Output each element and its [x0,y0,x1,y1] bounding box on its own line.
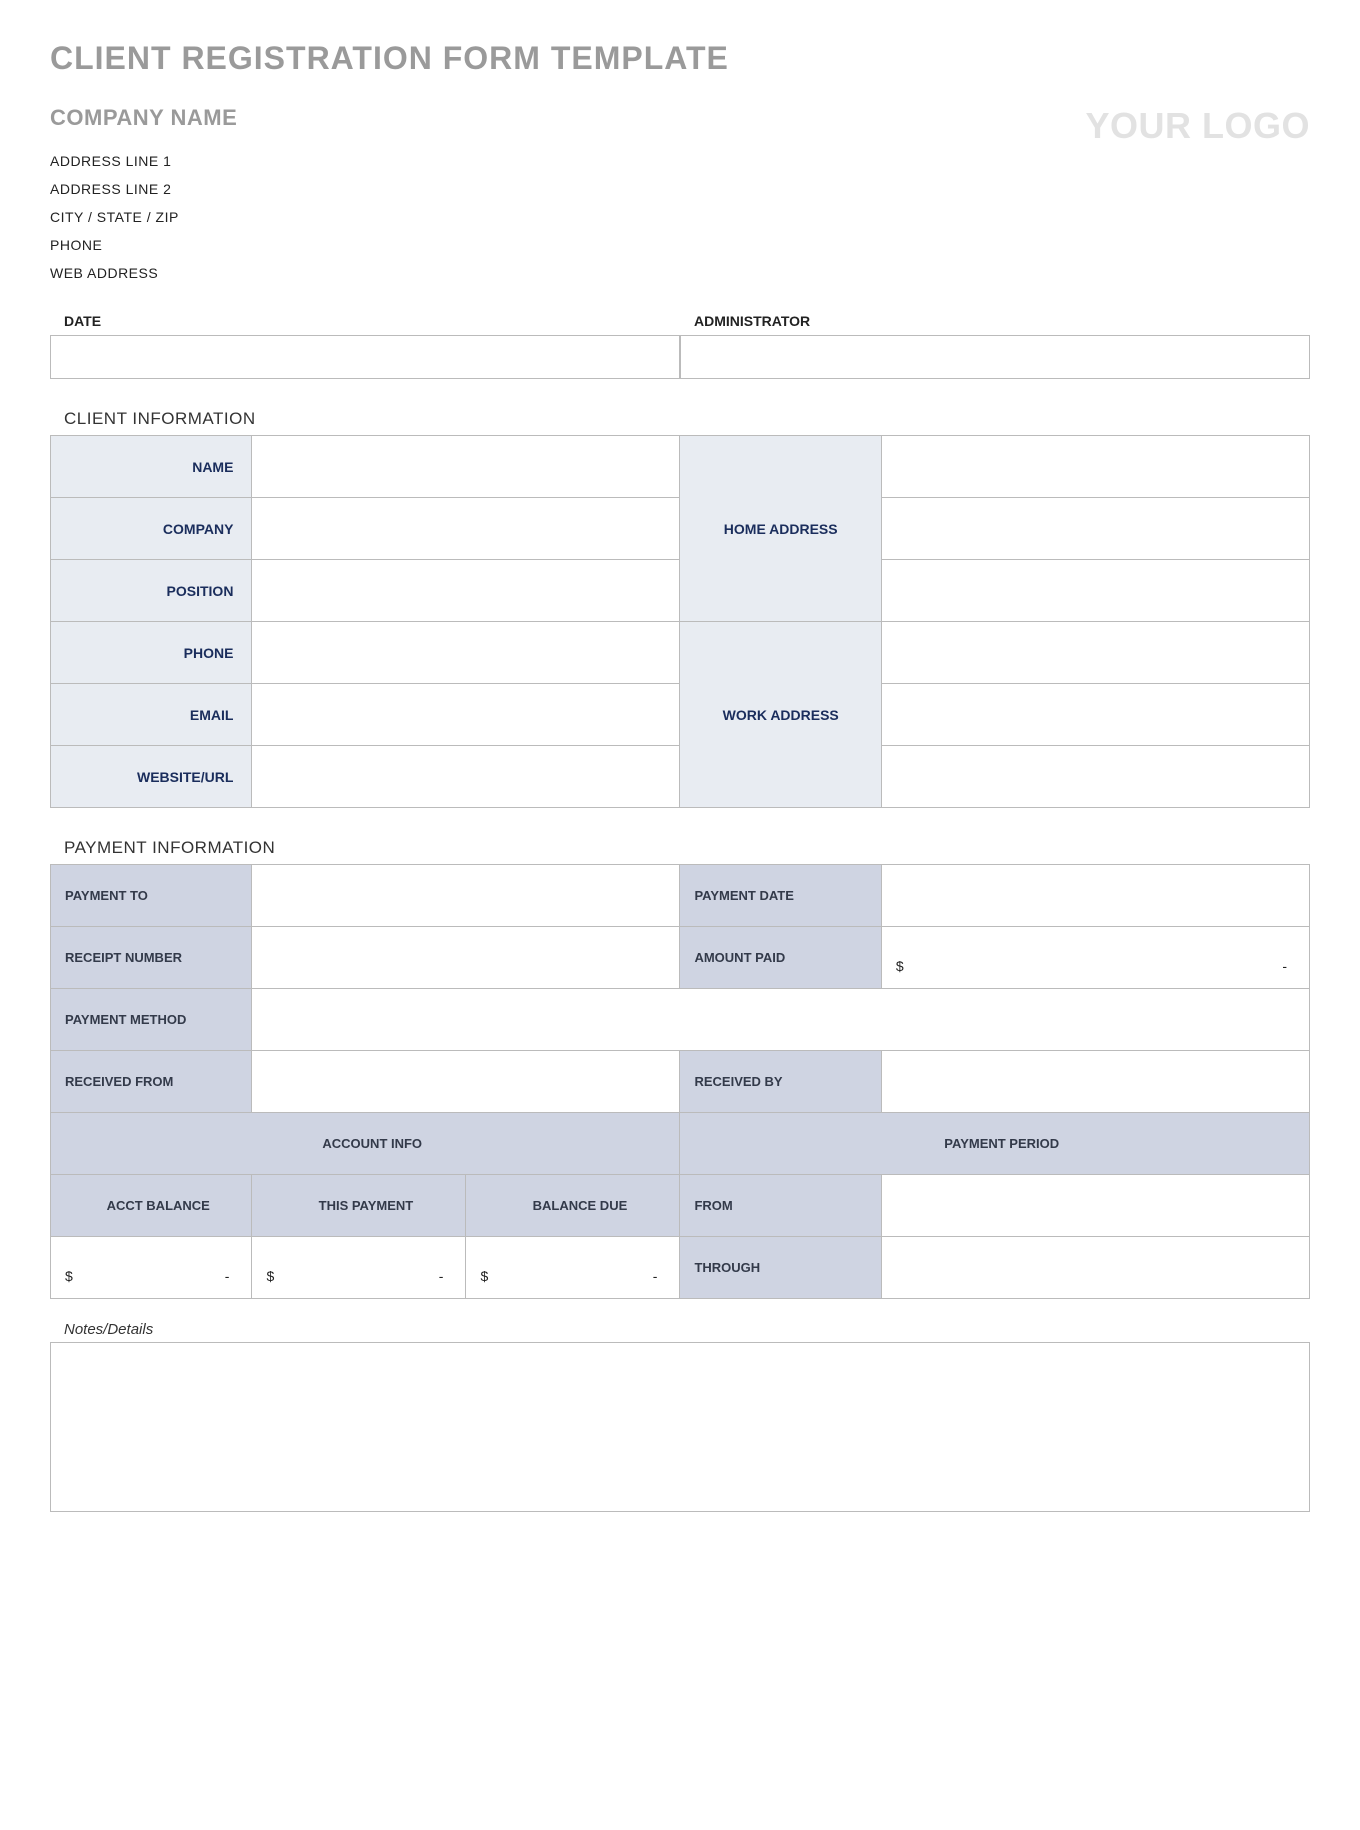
currency-symbol: $ [266,1268,274,1284]
received-from-label: RECEIVED FROM [51,1051,252,1113]
this-payment-input[interactable]: $ - [252,1237,466,1299]
address-web: WEB ADDRESS [50,259,237,287]
work-address-line3-input[interactable] [881,746,1309,808]
period-from-label: FROM [680,1175,881,1237]
home-address-label: HOME ADDRESS [680,436,881,622]
currency-symbol: $ [65,1268,73,1284]
notes-label: Notes/Details [50,1321,1310,1338]
empty-value-dash: - [225,1268,230,1284]
client-position-input[interactable] [252,560,680,622]
payment-period-header: PAYMENT PERIOD [680,1113,1310,1175]
acct-balance-label: ACCT BALANCE [51,1175,252,1237]
payment-info-table: PAYMENT TO PAYMENT DATE RECEIPT NUMBER A… [50,864,1310,1299]
currency-symbol: $ [896,958,904,974]
amount-paid-input[interactable]: $ - [881,927,1309,989]
receipt-number-input[interactable] [252,927,680,989]
address-line-2: ADDRESS LINE 2 [50,175,237,203]
administrator-input[interactable] [680,335,1310,379]
receipt-number-label: RECEIPT NUMBER [51,927,252,989]
page-title: CLIENT REGISTRATION FORM TEMPLATE [50,40,1310,77]
empty-value-dash: - [439,1268,444,1284]
currency-symbol: $ [480,1268,488,1284]
client-position-label: POSITION [51,560,252,622]
home-address-line1-input[interactable] [881,436,1309,498]
payment-to-input[interactable] [252,865,680,927]
this-payment-label: THIS PAYMENT [252,1175,466,1237]
account-info-header: ACCOUNT INFO [51,1113,680,1175]
period-through-label: THROUGH [680,1237,881,1299]
date-input[interactable] [50,335,680,379]
client-email-input[interactable] [252,684,680,746]
company-address-block: ADDRESS LINE 1 ADDRESS LINE 2 CITY / STA… [50,147,237,287]
balance-due-label: BALANCE DUE [466,1175,680,1237]
client-website-input[interactable] [252,746,680,808]
payment-method-label: PAYMENT METHOD [51,989,252,1051]
client-phone-input[interactable] [252,622,680,684]
payment-info-section-title: PAYMENT INFORMATION [50,838,1310,858]
work-address-line1-input[interactable] [881,622,1309,684]
client-name-input[interactable] [252,436,680,498]
received-by-input[interactable] [881,1051,1309,1113]
acct-balance-input[interactable]: $ - [51,1237,252,1299]
address-city-state-zip: CITY / STATE / ZIP [50,203,237,231]
date-admin-row: DATE ADMINISTRATOR [50,313,1310,379]
logo-placeholder: YOUR LOGO [1085,105,1310,147]
amount-paid-label: AMOUNT PAID [680,927,881,989]
received-from-input[interactable] [252,1051,680,1113]
company-name-heading: COMPANY NAME [50,105,237,131]
payment-date-label: PAYMENT DATE [680,865,881,927]
date-label: DATE [50,313,680,335]
work-address-line2-input[interactable] [881,684,1309,746]
client-info-section-title: CLIENT INFORMATION [50,409,1310,429]
empty-value-dash: - [653,1268,658,1284]
home-address-line2-input[interactable] [881,498,1309,560]
client-phone-label: PHONE [51,622,252,684]
notes-input[interactable] [50,1342,1310,1512]
client-name-label: NAME [51,436,252,498]
empty-value-dash: - [1282,958,1287,974]
payment-to-label: PAYMENT TO [51,865,252,927]
payment-date-input[interactable] [881,865,1309,927]
period-from-input[interactable] [881,1175,1309,1237]
header-row: COMPANY NAME ADDRESS LINE 1 ADDRESS LINE… [50,105,1310,313]
period-through-input[interactable] [881,1237,1309,1299]
client-email-label: EMAIL [51,684,252,746]
payment-method-input[interactable] [252,989,1310,1051]
home-address-line3-input[interactable] [881,560,1309,622]
client-info-table: NAME HOME ADDRESS COMPANY POSITION PHONE… [50,435,1310,808]
address-phone: PHONE [50,231,237,259]
client-website-label: WEBSITE/URL [51,746,252,808]
administrator-label: ADMINISTRATOR [680,313,1310,335]
balance-due-input[interactable]: $ - [466,1237,680,1299]
client-company-label: COMPANY [51,498,252,560]
client-company-input[interactable] [252,498,680,560]
work-address-label: WORK ADDRESS [680,622,881,808]
received-by-label: RECEIVED BY [680,1051,881,1113]
address-line-1: ADDRESS LINE 1 [50,147,237,175]
